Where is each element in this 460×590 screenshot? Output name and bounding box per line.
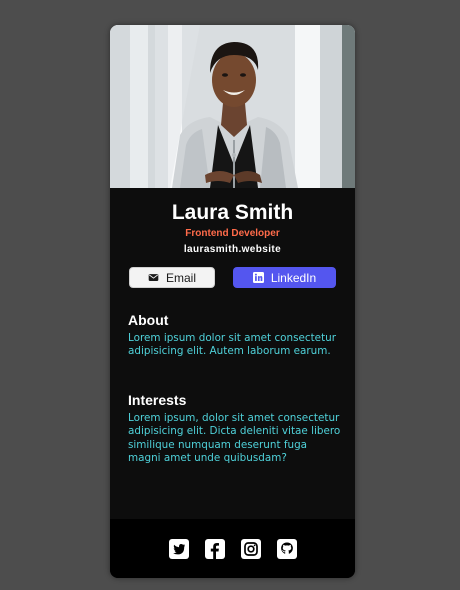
social-footer <box>110 519 355 578</box>
about-text: Lorem ipsum dolor sit amet consectetur a… <box>128 332 337 358</box>
linkedin-button-label: LinkedIn <box>270 270 317 285</box>
twitter-icon[interactable] <box>168 538 189 559</box>
profile-photo <box>110 25 355 188</box>
linkedin-icon <box>252 272 264 283</box>
email-button[interactable]: Email <box>129 267 215 288</box>
profile-website[interactable]: laurasmith.website <box>110 244 355 256</box>
linkedin-button[interactable]: LinkedIn <box>233 267 336 288</box>
interests-text: Lorem ipsum, dolor sit amet consectetur … <box>128 412 341 465</box>
profile-card: Laura Smith Frontend Developer laurasmit… <box>110 25 355 578</box>
interests-heading: Interests <box>128 392 187 408</box>
about-heading: About <box>128 312 169 328</box>
facebook-icon[interactable] <box>204 538 225 559</box>
instagram-icon[interactable] <box>240 538 261 559</box>
github-icon[interactable] <box>276 538 297 559</box>
email-button-label: Email <box>165 270 196 285</box>
profile-title: Frontend Developer <box>185 228 280 239</box>
envelope-icon <box>148 272 159 283</box>
profile-name: Laura Smith <box>171 201 294 224</box>
